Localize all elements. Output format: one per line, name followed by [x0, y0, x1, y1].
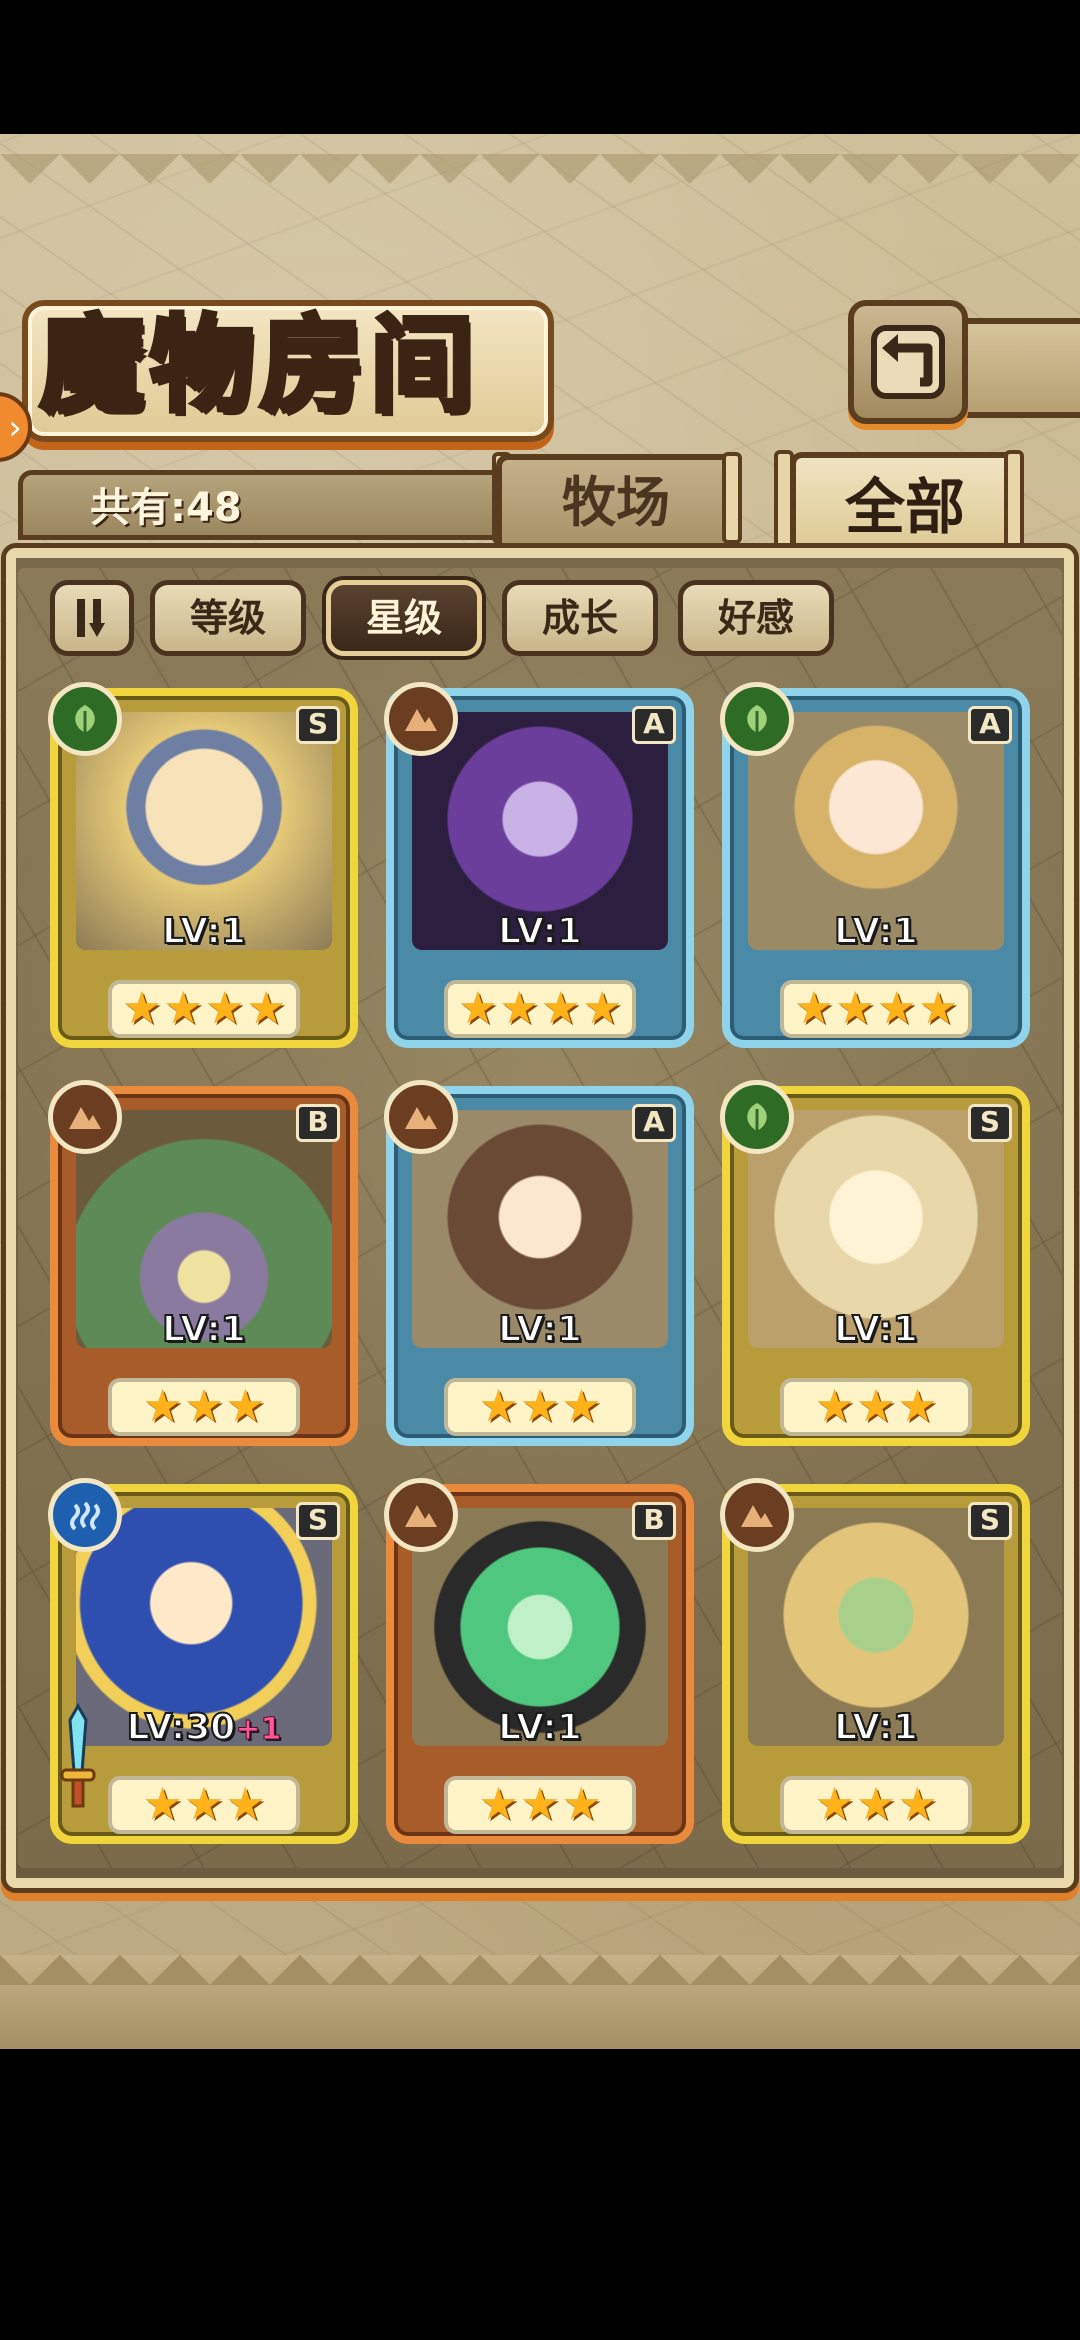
star-icon: ★: [122, 983, 162, 1034]
star-rating: ★ ★ ★: [108, 1776, 300, 1834]
star-icon: ★: [478, 1381, 519, 1432]
star-icon: ★: [184, 1779, 224, 1830]
star-rating: ★ ★ ★ ★: [780, 980, 972, 1038]
level-label: LV:1: [833, 1309, 919, 1351]
tab-post: [722, 452, 742, 544]
level-label: LV:1: [497, 911, 583, 953]
star-icon: ★: [561, 1779, 602, 1830]
star-icon: ★: [205, 983, 245, 1034]
monster-card[interactable]: B LV:1 ★ ★ ★: [384, 1478, 694, 1844]
level-label: LV:30+1: [126, 1707, 282, 1749]
star-icon: ★: [814, 1779, 855, 1830]
filter-star[interactable]: 星级: [326, 580, 482, 656]
earth-element-icon: [720, 1478, 794, 1552]
star-icon: ★: [246, 983, 286, 1034]
filter-affection[interactable]: 好感: [678, 580, 834, 656]
sort-order-toggle[interactable]: [50, 580, 134, 656]
level-label: LV:1: [161, 1309, 247, 1351]
star-icon: ★: [478, 1779, 519, 1830]
equipped-sword-icon: [60, 1702, 96, 1808]
earth-element-icon: [48, 1080, 122, 1154]
level-label: LV:1: [833, 911, 919, 953]
filter-growth[interactable]: 成长: [502, 580, 658, 656]
star-icon: ★: [163, 983, 203, 1034]
star-icon: ★: [835, 983, 875, 1034]
star-icon: ★: [499, 983, 539, 1034]
rank-badge: A: [968, 706, 1012, 744]
star-icon: ★: [794, 983, 834, 1034]
star-rating: ★ ★ ★: [444, 1776, 636, 1834]
torn-edge-bottom: [0, 1925, 1080, 2049]
nature-element-icon: [720, 682, 794, 756]
star-icon: ★: [225, 1779, 266, 1830]
rank-badge: S: [968, 1104, 1012, 1142]
nature-element-icon: [720, 1080, 794, 1154]
tab-post: [1004, 450, 1024, 562]
star-icon: ★: [541, 983, 581, 1034]
star-icon: ★: [814, 1381, 855, 1432]
rank-badge: B: [296, 1104, 340, 1142]
monster-card[interactable]: S LV:1 ★ ★ ★: [720, 1080, 1030, 1446]
star-icon: ★: [856, 1779, 896, 1830]
star-icon: ★: [897, 1779, 938, 1830]
level-bonus: +1: [235, 1712, 282, 1748]
monster-card[interactable]: S LV:30+1 ★ ★ ★: [48, 1478, 358, 1844]
star-rating: ★ ★ ★: [780, 1776, 972, 1834]
nature-element-icon: [48, 682, 122, 756]
filter-level[interactable]: 等级: [150, 580, 306, 656]
water-element-icon: [48, 1478, 122, 1552]
torn-edge-top: [0, 154, 1080, 214]
monster-card[interactable]: S LV:1 ★ ★ ★ ★: [48, 682, 358, 1048]
star-icon: ★: [225, 1381, 266, 1432]
sort-order-icon: [77, 599, 105, 637]
back-rail: [960, 318, 1080, 418]
star-icon: ★: [184, 1381, 224, 1432]
star-rating: ★ ★ ★: [444, 1378, 636, 1436]
return-arrow-icon: [871, 325, 945, 399]
star-icon: ★: [520, 1779, 560, 1830]
star-icon: ★: [561, 1381, 602, 1432]
earth-element-icon: [384, 682, 458, 756]
star-icon: ★: [142, 1779, 183, 1830]
monster-card[interactable]: A LV:1 ★ ★ ★ ★: [720, 682, 1030, 1048]
star-icon: ★: [897, 1381, 938, 1432]
tab-ranch[interactable]: 牧场: [496, 454, 736, 544]
star-icon: ★: [582, 983, 622, 1034]
page-title: 魔物房间: [38, 302, 481, 427]
earth-element-icon: [384, 1478, 458, 1552]
rank-badge: S: [296, 1502, 340, 1540]
tab-all[interactable]: 全部: [790, 452, 1020, 562]
monster-card[interactable]: A LV:1 ★ ★ ★: [384, 1080, 694, 1446]
earth-element-icon: [384, 1080, 458, 1154]
monster-card[interactable]: B LV:1 ★ ★ ★: [48, 1080, 358, 1446]
back-button[interactable]: [848, 300, 968, 424]
star-icon: ★: [458, 983, 498, 1034]
star-rating: ★ ★ ★ ★: [444, 980, 636, 1038]
star-rating: ★ ★ ★: [108, 1378, 300, 1436]
rank-badge: A: [632, 706, 676, 744]
rank-badge: S: [968, 1502, 1012, 1540]
star-icon: ★: [856, 1381, 896, 1432]
level-label: LV:1: [833, 1707, 919, 1749]
star-rating: ★ ★ ★ ★: [108, 980, 300, 1038]
star-icon: ★: [918, 983, 958, 1034]
level-label: LV:1: [497, 1309, 583, 1351]
monster-count: 共有:48: [90, 485, 242, 531]
rank-badge: A: [632, 1104, 676, 1142]
star-icon: ★: [520, 1381, 560, 1432]
rank-badge: B: [632, 1502, 676, 1540]
monster-card[interactable]: A LV:1 ★ ★ ★ ★: [384, 682, 694, 1048]
monster-card[interactable]: S LV:1 ★ ★ ★: [720, 1478, 1030, 1844]
level-label: LV:1: [161, 911, 247, 953]
star-icon: ★: [877, 983, 917, 1034]
level-label: LV:1: [497, 1707, 583, 1749]
rank-badge: S: [296, 706, 340, 744]
star-rating: ★ ★ ★: [780, 1378, 972, 1436]
star-icon: ★: [142, 1381, 183, 1432]
